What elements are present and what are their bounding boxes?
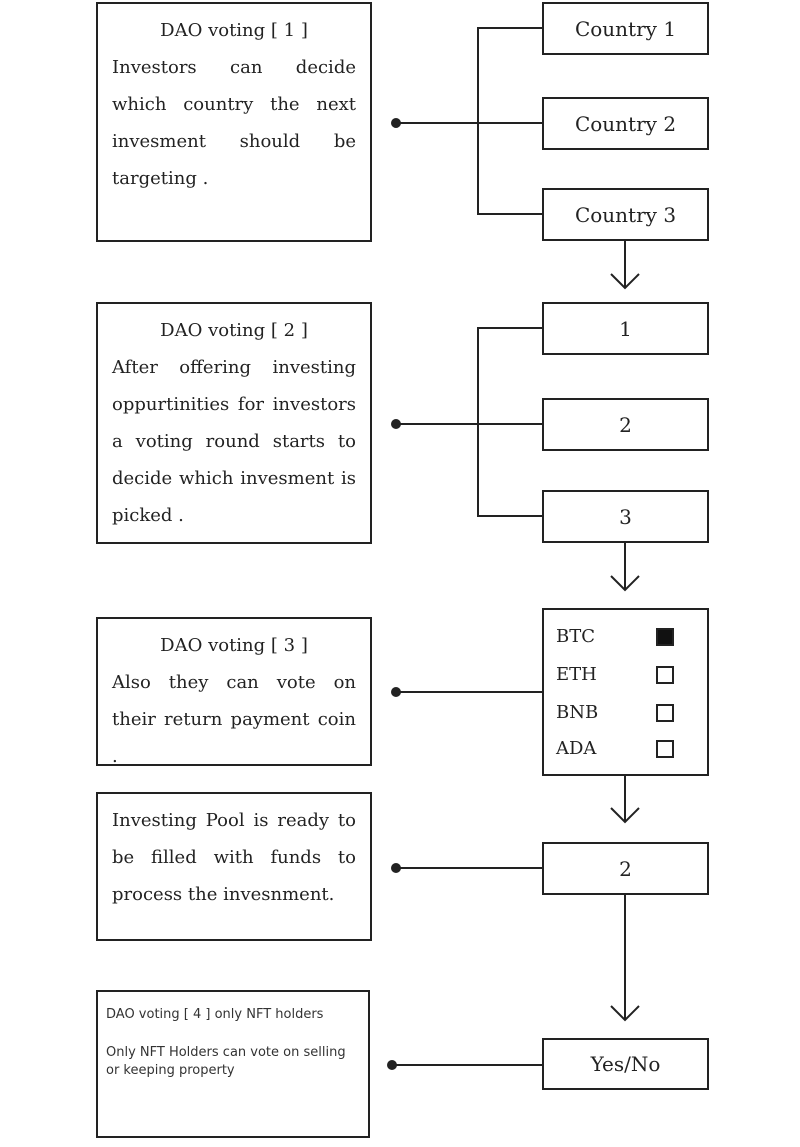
coin-label: BNB bbox=[556, 702, 599, 723]
step-body: Investing Pool is ready to be filled wit… bbox=[112, 810, 356, 905]
step-title: DAO voting [ 2 ] bbox=[160, 320, 308, 341]
coin-options-box: BTC ETH BNB ADA bbox=[542, 608, 709, 776]
investment-option-2: 2 bbox=[542, 398, 709, 451]
step-body: Investors can decide which country the n… bbox=[112, 57, 356, 189]
step-title: DAO voting [ 4 ] only NFT holders bbox=[106, 1007, 324, 1022]
country-option-3: Country 3 bbox=[542, 188, 709, 241]
checkbox-empty-icon bbox=[656, 704, 674, 722]
step-4-box: Investing Pool is ready to be filled wit… bbox=[96, 792, 372, 941]
checkbox-empty-icon bbox=[656, 666, 674, 684]
step-1-box: DAO voting [ 1 ] Investors can decide wh… bbox=[96, 2, 372, 242]
final-vote-box: Yes/No bbox=[542, 1038, 709, 1090]
step-body: Also they can vote on their return payme… bbox=[112, 672, 356, 767]
checkbox-empty-icon bbox=[656, 740, 674, 758]
step-5-box: DAO voting [ 4 ] only NFT holders Only N… bbox=[96, 990, 370, 1138]
step-title: DAO voting [ 3 ] bbox=[160, 635, 308, 656]
step-body: After offering investing oppurtinities f… bbox=[112, 357, 356, 526]
coin-label: ETH bbox=[556, 664, 597, 685]
coin-label: ADA bbox=[556, 738, 597, 759]
step-body: Only NFT Holders can vote on selling or … bbox=[106, 1045, 346, 1078]
country-option-2: Country 2 bbox=[542, 97, 709, 150]
dao-voting-flow-diagram: DAO voting [ 1 ] Investors can decide wh… bbox=[0, 0, 800, 1147]
step-title: DAO voting [ 1 ] bbox=[160, 20, 308, 41]
investment-option-3: 3 bbox=[542, 490, 709, 543]
coin-label: BTC bbox=[556, 626, 596, 647]
pool-box: 2 bbox=[542, 842, 709, 895]
investment-option-1: 1 bbox=[542, 302, 709, 355]
step-3-box: DAO voting [ 3 ] Also they can vote on t… bbox=[96, 617, 372, 767]
step-2-box: DAO voting [ 2 ] After offering investin… bbox=[96, 302, 372, 544]
country-option-1: Country 1 bbox=[542, 2, 709, 55]
checkbox-checked-icon bbox=[656, 628, 674, 646]
